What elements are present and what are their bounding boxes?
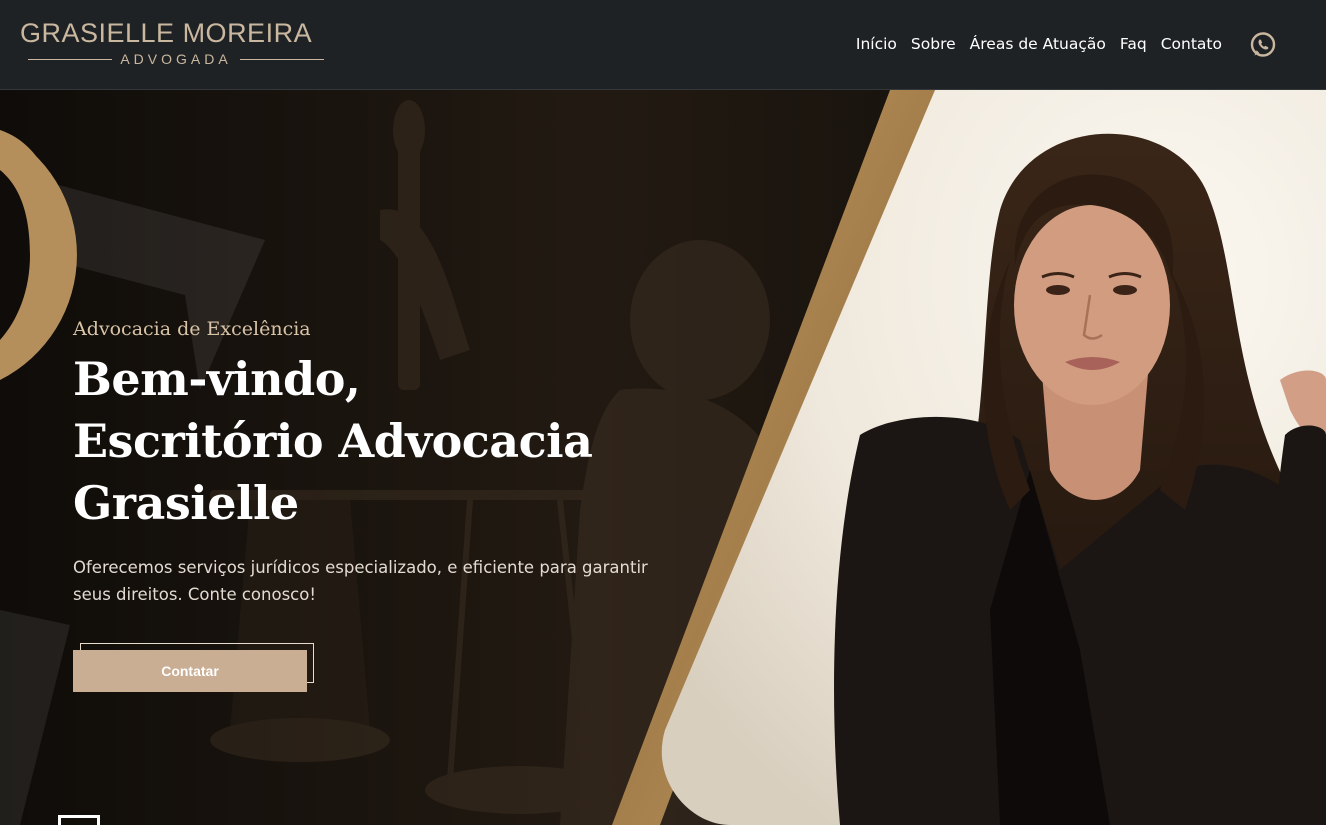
brand-logo[interactable]: GRASIELLE MOREIRA ADVOGADA — [20, 18, 330, 70]
brand-subtitle-row: ADVOGADA — [28, 50, 325, 68]
nav-link-contato[interactable]: Contato — [1161, 33, 1222, 55]
hero-eyebrow: Advocacia de Excelência — [73, 318, 311, 340]
brand-line-left — [28, 58, 113, 60]
site-header: GRASIELLE MOREIRA ADVOGADA Início Sobre … — [0, 0, 1326, 90]
hero-headline: Bem-vindo, Escritório Advocacia Grasiell… — [73, 348, 693, 534]
hero-headline-line: Bem-vindo, — [73, 352, 361, 406]
nav-link-sobre[interactable]: Sobre — [911, 33, 956, 55]
scroll-indicator — [58, 815, 100, 825]
hero-headline-line: Grasielle — [73, 476, 299, 530]
brand-subtitle: ADVOGADA — [120, 51, 232, 67]
hero-headline-line: Escritório Advocacia — [73, 414, 593, 468]
hero-subtitle: Oferecemos serviços jurídicos especializ… — [73, 558, 648, 604]
page: GRASIELLE MOREIRA ADVOGADA Início Sobre … — [0, 0, 1326, 825]
brand-name: GRASIELLE MOREIRA — [20, 18, 313, 48]
contact-button[interactable]: Contatar — [73, 650, 307, 692]
hero-text-block: Advocacia de Excelência Bem-vindo, Escri… — [73, 316, 693, 608]
nav-link-areas[interactable]: Áreas de Atuação — [970, 33, 1106, 55]
main-nav: Início Sobre Áreas de Atuação Faq Contat… — [856, 33, 1222, 55]
hero-section: Advocacia de Excelência Bem-vindo, Escri… — [0, 90, 1326, 825]
nav-link-inicio[interactable]: Início — [856, 33, 897, 55]
whatsapp-icon[interactable] — [1248, 30, 1278, 60]
nav-link-faq[interactable]: Faq — [1120, 33, 1147, 55]
brand-line-right — [239, 58, 325, 60]
